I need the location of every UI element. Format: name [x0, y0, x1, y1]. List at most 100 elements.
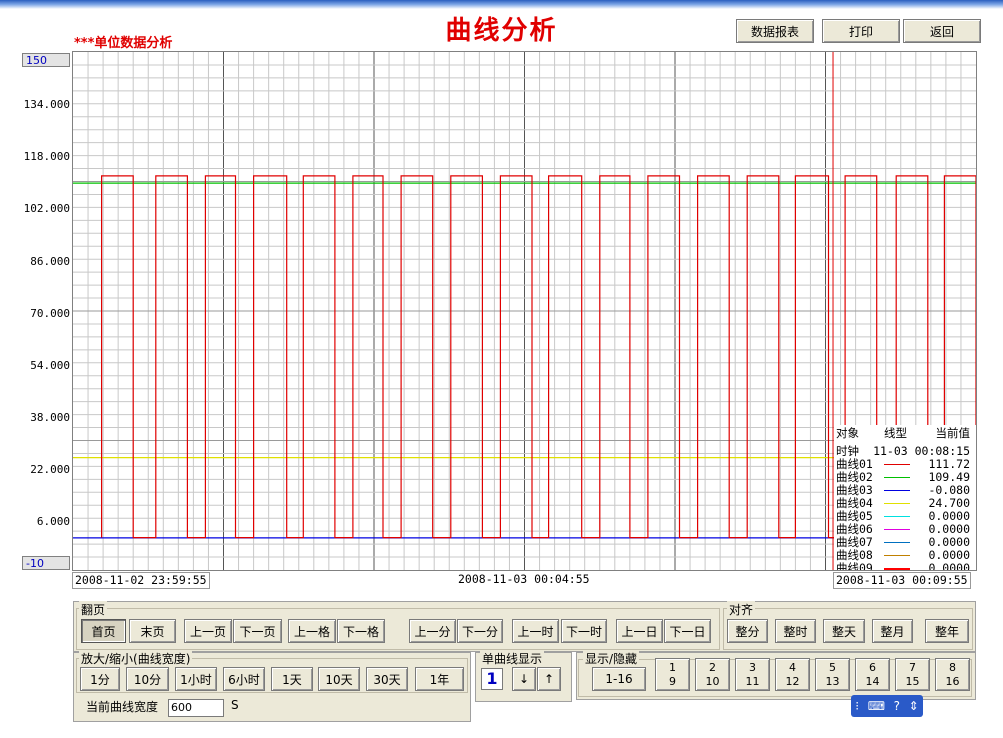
display-toggle-7-15-button[interactable]: 7 15 — [895, 658, 930, 691]
legend-line-swatch — [884, 542, 910, 543]
y-tick-label: 6.000 — [36, 515, 70, 528]
data-report-button[interactable]: 数据报表 — [736, 19, 814, 43]
next-minute-button[interactable]: 下一分 — [457, 619, 503, 643]
input-method-tray[interactable]: ⁝ ⌨ ? ⇕ — [851, 695, 923, 717]
display-toggle-bottom-number: 11 — [745, 674, 760, 688]
y-tick-label: 70.000 — [30, 307, 70, 320]
arrow-down-icon: ↓ — [518, 672, 530, 686]
display-range-button[interactable]: 1-16 — [592, 667, 646, 691]
prev-minute-button[interactable]: 上一分 — [409, 619, 456, 643]
align-label: 对齐 — [727, 601, 756, 618]
legend-header-value: 当前值 — [935, 426, 971, 440]
menu-arrows-icon: ⇕ — [908, 699, 919, 713]
display-toggle-8-16-button[interactable]: 8 16 — [935, 658, 970, 691]
y-tick-label: 118.000 — [23, 150, 70, 163]
single-curve-number[interactable]: 1 — [481, 668, 503, 690]
legend-line-swatch — [884, 503, 910, 504]
back-button[interactable]: 返回 — [903, 19, 981, 43]
display-toggle-bottom-number: 9 — [669, 674, 676, 688]
zoom-1min-button[interactable]: 1分 — [80, 667, 120, 691]
single-curve-down-button[interactable]: ↓ — [512, 667, 536, 691]
y-tick-label: 134.000 — [23, 98, 70, 111]
time-start-label[interactable]: 2008-11-02 23:59:55 — [72, 572, 210, 589]
curve-width-label: 当前曲线宽度 — [84, 698, 161, 715]
arrow-up-icon: ↑ — [543, 672, 555, 686]
legend-header-line: 线型 — [884, 426, 907, 440]
align-hour-button[interactable]: 整时 — [775, 619, 816, 643]
y-tick-label: 38.000 — [30, 411, 70, 424]
zoom-10min-button[interactable]: 10分 — [126, 667, 169, 691]
prev-day-button[interactable]: 上一日 — [616, 619, 663, 643]
display-toggle-bottom-number: 13 — [825, 674, 840, 688]
legend-header-object: 对象 — [836, 426, 859, 440]
zoom-30day-button[interactable]: 30天 — [366, 667, 408, 691]
y-axis-max[interactable]: 150 — [22, 53, 70, 67]
align-month-button[interactable]: 整月 — [872, 619, 913, 643]
display-toggle-top-number: 2 — [709, 660, 716, 674]
zoom-label: 放大/缩小(曲线宽度) — [79, 650, 193, 667]
legend-line-swatch — [884, 529, 910, 530]
display-toggle-1-9-button[interactable]: 19 — [655, 658, 690, 691]
y-tick-label: 102.000 — [23, 202, 70, 215]
next-grid-button[interactable]: 下一格 — [337, 619, 385, 643]
display-toggle-6-14-button[interactable]: 6 14 — [855, 658, 890, 691]
prev-hour-button[interactable]: 上一时 — [512, 619, 559, 643]
align-minute-button[interactable]: 整分 — [727, 619, 768, 643]
curve-width-input[interactable]: 600 — [168, 699, 224, 717]
align-day-button[interactable]: 整天 — [823, 619, 865, 643]
zoom-6hour-button[interactable]: 6小时 — [223, 667, 265, 691]
window-top-bar — [0, 0, 1003, 9]
display-toggle-5-13-button[interactable]: 5 13 — [815, 658, 850, 691]
display-toggle-bottom-number: 15 — [905, 674, 920, 688]
legend-line-swatch — [884, 516, 910, 517]
keyboard-icon: ⌨ — [867, 699, 886, 713]
page-subtitle: ***单位数据分析 — [74, 36, 173, 51]
y-tick-label: 54.000 — [30, 359, 70, 372]
paging-label: 翻页 — [79, 601, 108, 618]
display-toggle-top-number: 6 — [869, 660, 876, 674]
legend-row: 曲线09 0.0000 — [836, 562, 976, 570]
last-page-button[interactable]: 末页 — [129, 619, 176, 643]
time-middle-label: 2008-11-03 00:04:55 — [458, 572, 590, 586]
zoom-1year-button[interactable]: 1年 — [415, 667, 464, 691]
display-toggle-3-11-button[interactable]: 3 11 — [735, 658, 770, 691]
prev-page-button[interactable]: 上一页 — [184, 619, 232, 643]
legend-series-value: 0.0000 — [928, 561, 970, 571]
next-day-button[interactable]: 下一日 — [664, 619, 711, 643]
curve-width-unit: S — [229, 698, 241, 712]
display-toggle-bottom-number: 10 — [705, 674, 720, 688]
y-axis-min[interactable]: -10 — [22, 556, 70, 570]
display-toggle-top-number: 1 — [669, 660, 676, 674]
display-toggle-4-12-button[interactable]: 4 12 — [775, 658, 810, 691]
display-toggle-bottom-number: 16 — [945, 674, 960, 688]
print-button[interactable]: 打印 — [822, 19, 900, 43]
zoom-1hour-button[interactable]: 1小时 — [175, 667, 217, 691]
legend-line-swatch — [884, 555, 910, 556]
single-curve-up-button[interactable]: ↑ — [537, 667, 561, 691]
display-toggle-2-10-button[interactable]: 2 10 — [695, 658, 730, 691]
zoom-10day-button[interactable]: 10天 — [318, 667, 360, 691]
display-toggle-top-number: 7 — [909, 660, 916, 674]
first-page-button[interactable]: 首页 — [81, 619, 126, 643]
next-hour-button[interactable]: 下一时 — [561, 619, 607, 643]
drag-handle-icon: ⁝ — [855, 699, 860, 713]
legend-header: 对象 线型 当前值 — [836, 427, 976, 440]
time-end-label[interactable]: 2008-11-03 00:09:55 — [833, 572, 971, 589]
display-toggle-top-number: 4 — [789, 660, 796, 674]
align-year-button[interactable]: 整年 — [925, 619, 969, 643]
next-page-button[interactable]: 下一页 — [233, 619, 282, 643]
display-toggle-top-number: 5 — [829, 660, 836, 674]
display-toggle-top-number: 3 — [749, 660, 756, 674]
display-toggle-top-number: 8 — [949, 660, 956, 674]
prev-grid-button[interactable]: 上一格 — [288, 619, 336, 643]
display-toggle-bottom-number: 14 — [865, 674, 880, 688]
y-tick-label: 22.000 — [30, 463, 70, 476]
legend-panel: 对象 线型 当前值 时钟 11-03 00:08:15 曲线01 111.72 曲线… — [834, 425, 976, 570]
legend-line-swatch — [884, 490, 910, 491]
display-label: 显示/隐藏 — [583, 650, 640, 667]
zoom-1day-button[interactable]: 1天 — [271, 667, 313, 691]
legend-line-swatch — [884, 568, 910, 570]
help-icon: ? — [893, 699, 901, 713]
y-tick-label: 86.000 — [30, 255, 70, 268]
legend-line-swatch — [884, 464, 910, 465]
